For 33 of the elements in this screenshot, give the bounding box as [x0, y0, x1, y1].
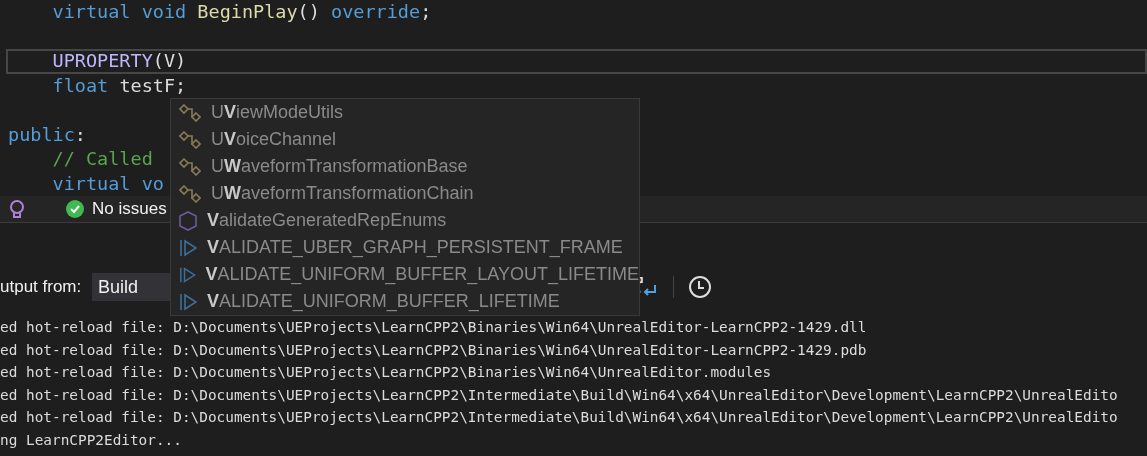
class-icon	[179, 184, 201, 203]
code-line: // Called	[51, 148, 153, 169]
completion-item[interactable]: VALIDATE_UBER_GRAPH_PERSISTENT_FRAME	[171, 234, 639, 261]
code-line: float testF;	[51, 74, 187, 96]
output-line: ed hot-reload file: D:\Documents\UEProjects\LearnCPP2\Intermediate\Build\Win64\x64\UnrealEditor\Development\LearnCPP2\UnrealEdito	[0, 408, 1119, 427]
completion-item[interactable]: ValidateGeneratedRepEnums	[171, 207, 639, 234]
output-source-dropdown[interactable]: Build	[92, 273, 170, 301]
code-line: UPROPERTY(V)	[51, 50, 187, 71]
class-icon	[179, 103, 201, 122]
code-line: virtual vo	[51, 172, 164, 194]
output-line: ed hot-reload file: D:\Documents\UEProjects\LearnCPP2\Binaries\Win64\UnrealEditor.modules	[0, 363, 773, 382]
code-line: public:	[8, 123, 86, 145]
output-from-label: utput from:	[0, 277, 83, 297]
output-line: ed hot-reload file: D:\Documents\UEProjects\LearnCPP2\Binaries\Win64\UnrealEditor-LearnCPP2-1429.dll	[0, 318, 868, 337]
completion-item[interactable]: VALIDATE_UNIFORM_BUFFER_LAYOUT_LIFETIME	[171, 261, 639, 288]
class-icon	[179, 130, 201, 149]
completion-item[interactable]: UVoiceChannel	[171, 126, 639, 153]
completion-item[interactable]: UViewModeUtils	[171, 99, 639, 126]
completion-item[interactable]: VALIDATE_UNIFORM_BUFFER_LIFETIME	[171, 288, 639, 315]
macro-icon	[179, 238, 197, 257]
completion-item[interactable]: UWaveformTransformationBase	[171, 153, 639, 180]
output-line: ed hot-reload file: D:\Documents\UEProjects\LearnCPP2\Intermediate\Build\Win64\x64\UnrealEditor\Development\LearnCPP2\UnrealEdito	[0, 385, 1119, 405]
check-icon	[66, 200, 84, 218]
clock-icon[interactable]	[688, 275, 712, 299]
macro-icon	[179, 292, 197, 311]
output-line: ng LearnCPP2Editor...	[0, 430, 183, 450]
issues-status[interactable]: No issues	[92, 199, 167, 219]
output-line: ed hot-reload file: D:\Documents\UEProjects\LearnCPP2\Binaries\Win64\UnrealEditor-LearnCPP2-1429.pdb	[0, 340, 868, 360]
macro-icon	[179, 265, 196, 284]
class-icon	[179, 157, 201, 176]
completion-item[interactable]: UWaveformTransformationChain	[171, 180, 639, 207]
cube-icon	[179, 210, 197, 231]
code-line: virtual void BeginPlay() override;	[51, 1, 432, 22]
